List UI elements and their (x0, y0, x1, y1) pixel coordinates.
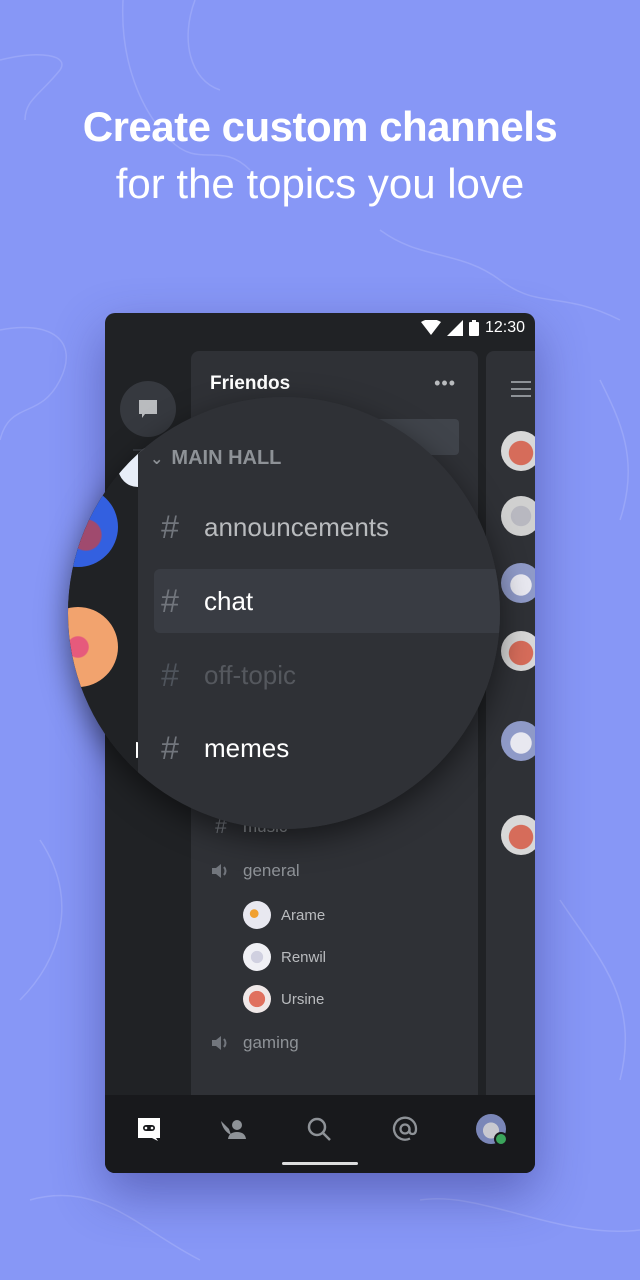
server-name: Friendos (210, 373, 291, 394)
magnified-channel-list: ⌄ MAIN HALL # announcements # chat # off… (138, 397, 500, 829)
headline-subtitle: for the topics you love (115, 160, 525, 207)
speaker-icon (212, 864, 227, 878)
nav-home[interactable] (133, 1113, 165, 1145)
channel-announcements[interactable]: # announcements (154, 509, 389, 546)
channel-name: chat (204, 586, 254, 616)
server-icon-books[interactable] (68, 607, 118, 687)
profile-avatar (476, 1114, 508, 1146)
friends-icon (221, 1120, 246, 1139)
mentions-icon (392, 1116, 418, 1141)
magnifier-lens: ⌄ MAIN HALL # announcements # chat # off… (68, 397, 500, 829)
channel-off-topic[interactable]: # off-topic (154, 657, 296, 694)
voice-user-name: Ursine (281, 990, 325, 1008)
voice-user-ursine[interactable]: Ursine (243, 985, 324, 1013)
speaker-icon (212, 1036, 227, 1050)
channel-name: gaming (243, 1033, 299, 1052)
hash-icon: # (161, 509, 179, 545)
status-time: 12:30 (484, 319, 525, 336)
discord-home-icon (138, 1118, 160, 1141)
nav-profile[interactable] (475, 1113, 508, 1146)
hash-icon: # (161, 583, 179, 619)
bottom-navigation (105, 1095, 535, 1173)
nav-search[interactable] (303, 1113, 335, 1145)
member-avatar[interactable] (501, 563, 535, 603)
home-indicator[interactable] (282, 1162, 358, 1165)
hash-icon: # (161, 657, 179, 693)
member-avatar[interactable] (501, 721, 535, 761)
channel-chat[interactable]: # chat (154, 583, 253, 620)
headline: Create custom channels for the topics yo… (0, 100, 640, 214)
category-main-hall[interactable]: ⌄ MAIN HALL (150, 447, 281, 470)
magnified-server-rail (68, 397, 158, 829)
server-icon-sailboat[interactable] (68, 487, 118, 567)
chevron-down-icon: ⌄ (150, 450, 164, 468)
battery-icon (468, 320, 479, 336)
member-avatar[interactable] (501, 815, 535, 855)
avatar (243, 901, 271, 929)
hamburger-menu-icon[interactable] (511, 381, 531, 402)
avatar (243, 943, 271, 971)
voice-user-arame[interactable]: Arame (243, 901, 325, 929)
channel-memes[interactable]: # memes (154, 730, 289, 767)
server-more-button[interactable]: ••• (434, 373, 456, 394)
online-status-indicator (494, 1132, 508, 1146)
hash-icon: # (161, 730, 179, 766)
channel-name: announcements (204, 512, 390, 542)
nav-mentions[interactable] (389, 1113, 421, 1145)
status-bar: 12:30 (420, 317, 525, 339)
signal-icon (446, 320, 463, 336)
avatar (243, 985, 271, 1013)
channel-name: off-topic (204, 660, 297, 690)
nav-friends[interactable] (217, 1113, 249, 1145)
voice-channel-gaming[interactable]: gaming (211, 1033, 299, 1053)
channel-name: memes (204, 733, 290, 763)
wifi-icon (420, 320, 441, 335)
channel-name: general (243, 861, 300, 880)
voice-user-renwil[interactable]: Renwil (243, 943, 326, 971)
member-avatar[interactable] (501, 631, 535, 671)
voice-user-name: Renwil (281, 948, 327, 966)
category-name: MAIN HALL (171, 447, 282, 469)
search-icon (307, 1117, 331, 1141)
voice-user-name: Arame (281, 906, 326, 924)
member-avatar[interactable] (501, 496, 535, 536)
member-avatar[interactable] (501, 431, 535, 471)
voice-channel-general[interactable]: general (211, 861, 300, 881)
headline-title: Create custom channels (82, 103, 558, 150)
